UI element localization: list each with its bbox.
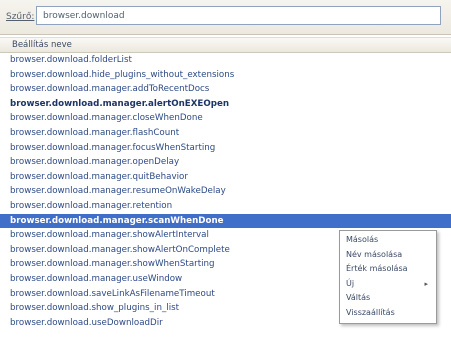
filter-bar: Szűrő: — [0, 0, 451, 35]
context-menu-item-label: Érték másolása — [346, 264, 408, 273]
context-menu-item-label: Új — [346, 278, 355, 288]
table-row[interactable]: browser.download.manager.retention — [0, 199, 451, 214]
context-menu: Másolás Név másolása Érték másolása Új ▸ Vált… — [339, 230, 437, 324]
table-row[interactable]: browser.download.manager.flashCount — [0, 126, 451, 141]
context-menu-item[interactable]: Visszaállítás — [340, 306, 436, 321]
context-menu-item[interactable]: Új ▸ — [340, 277, 436, 292]
context-menu-item[interactable]: Név másolása — [340, 248, 436, 263]
table-row[interactable]: browser.download.hide_plugins_without_ex… — [0, 68, 451, 83]
context-menu-item-label: Név másolása — [346, 249, 403, 259]
context-menu-item[interactable]: Váltás — [340, 291, 436, 306]
filter-label: Szűrő: — [6, 12, 35, 22]
context-menu-item-label: Másolás — [346, 235, 379, 244]
context-menu-item-label: Váltás — [346, 293, 371, 302]
submenu-arrow-icon: ▸ — [424, 279, 428, 288]
table-row[interactable]: browser.download.manager.alertOnEXEOpen — [0, 97, 451, 112]
table-row[interactable]: browser.download.manager.scanWhenDone — [0, 213, 451, 229]
table-row[interactable]: browser.download.manager.closeWhenDone — [0, 111, 451, 126]
table-row[interactable]: browser.download.manager.openDelay — [0, 155, 451, 170]
table-row[interactable]: browser.download.manager.focusWhenStarti… — [0, 141, 451, 156]
table-row[interactable]: browser.download.manager.resumeOnWakeDel… — [0, 184, 451, 199]
table-row[interactable]: browser.download.manager.addToRecentDocs — [0, 82, 451, 97]
column-header-preference-name[interactable]: Beállítás neve — [0, 37, 451, 53]
column-header-label: Beállítás neve — [12, 40, 72, 50]
context-menu-item[interactable]: Érték másolása — [340, 262, 436, 277]
filter-input[interactable] — [36, 6, 441, 25]
table-row[interactable]: browser.download.folderList — [0, 53, 451, 68]
context-menu-item-label: Visszaállítás — [346, 307, 395, 317]
context-menu-item[interactable]: Másolás — [340, 233, 436, 248]
table-row[interactable]: browser.download.manager.quitBehavior — [0, 170, 451, 185]
